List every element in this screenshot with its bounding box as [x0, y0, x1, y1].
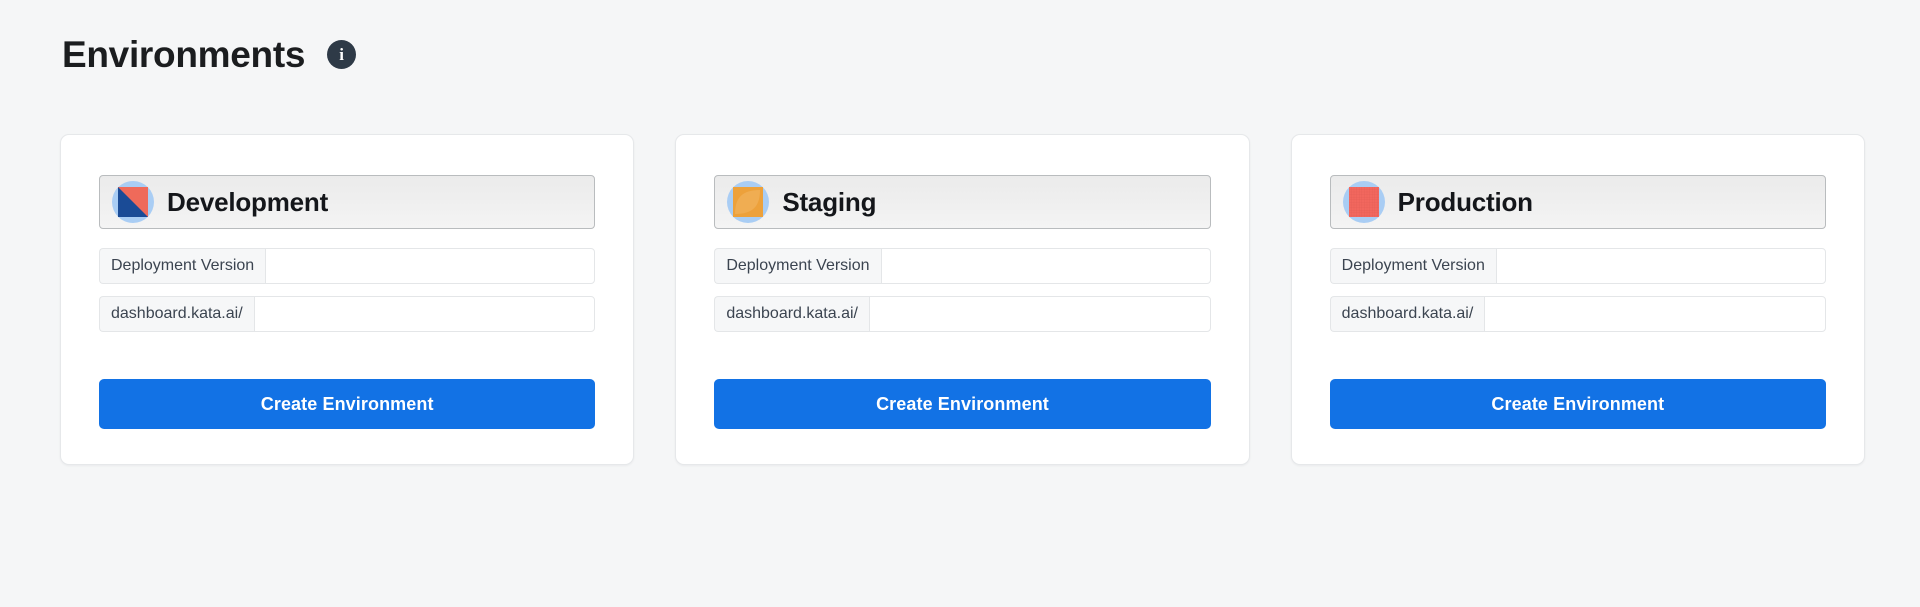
environment-name: Development [167, 186, 329, 217]
deployment-version-input[interactable] [1495, 248, 1826, 284]
environment-titlebar: Production [1329, 175, 1826, 229]
deployment-version-addon: Deployment Version [714, 248, 881, 284]
environment-name: Staging [782, 186, 877, 217]
staging-env-icon [727, 181, 770, 223]
dashboard-url-input[interactable] [1484, 296, 1826, 332]
environments-page: Environments i Development Deployment Ve… [0, 0, 1920, 607]
dashboard-url-input[interactable] [253, 296, 596, 332]
page-header: Environments i [62, 34, 357, 75]
environment-titlebar: Staging [714, 175, 1211, 229]
dashboard-url-addon: dashboard.kata.ai/ [714, 296, 869, 332]
deployment-version-addon: Deployment Version [1329, 248, 1496, 284]
page-title: Environments [62, 34, 306, 75]
deployment-version-group: Deployment Version [1329, 248, 1826, 284]
production-env-icon [1342, 181, 1385, 223]
environment-card-development: Development Deployment Version dashboard… [60, 134, 635, 465]
dashboard-url-input[interactable] [868, 296, 1211, 332]
environment-titlebar: Development [99, 175, 596, 229]
deployment-version-input[interactable] [880, 248, 1211, 284]
environment-card-list: Development Deployment Version dashboard… [60, 134, 1865, 465]
dashboard-url-group: dashboard.kata.ai/ [714, 296, 1211, 332]
environment-card-production: Production Deployment Version dashboard.… [1290, 134, 1865, 465]
create-environment-button[interactable]: Create Environment [1329, 379, 1826, 429]
deployment-version-input[interactable] [265, 248, 596, 284]
environment-card-staging: Staging Deployment Version dashboard.kat… [675, 134, 1250, 465]
environment-name: Production [1397, 186, 1533, 217]
dashboard-url-group: dashboard.kata.ai/ [99, 296, 596, 332]
create-environment-button[interactable]: Create Environment [714, 379, 1211, 429]
development-env-icon [112, 181, 154, 223]
info-icon[interactable]: i [327, 40, 357, 69]
deployment-version-group: Deployment Version [99, 248, 596, 284]
dashboard-url-group: dashboard.kata.ai/ [1329, 296, 1826, 332]
dashboard-url-addon: dashboard.kata.ai/ [99, 296, 254, 332]
create-environment-button[interactable]: Create Environment [99, 379, 596, 429]
dashboard-url-addon: dashboard.kata.ai/ [1329, 296, 1485, 332]
deployment-version-group: Deployment Version [714, 248, 1211, 284]
deployment-version-addon: Deployment Version [99, 248, 266, 284]
